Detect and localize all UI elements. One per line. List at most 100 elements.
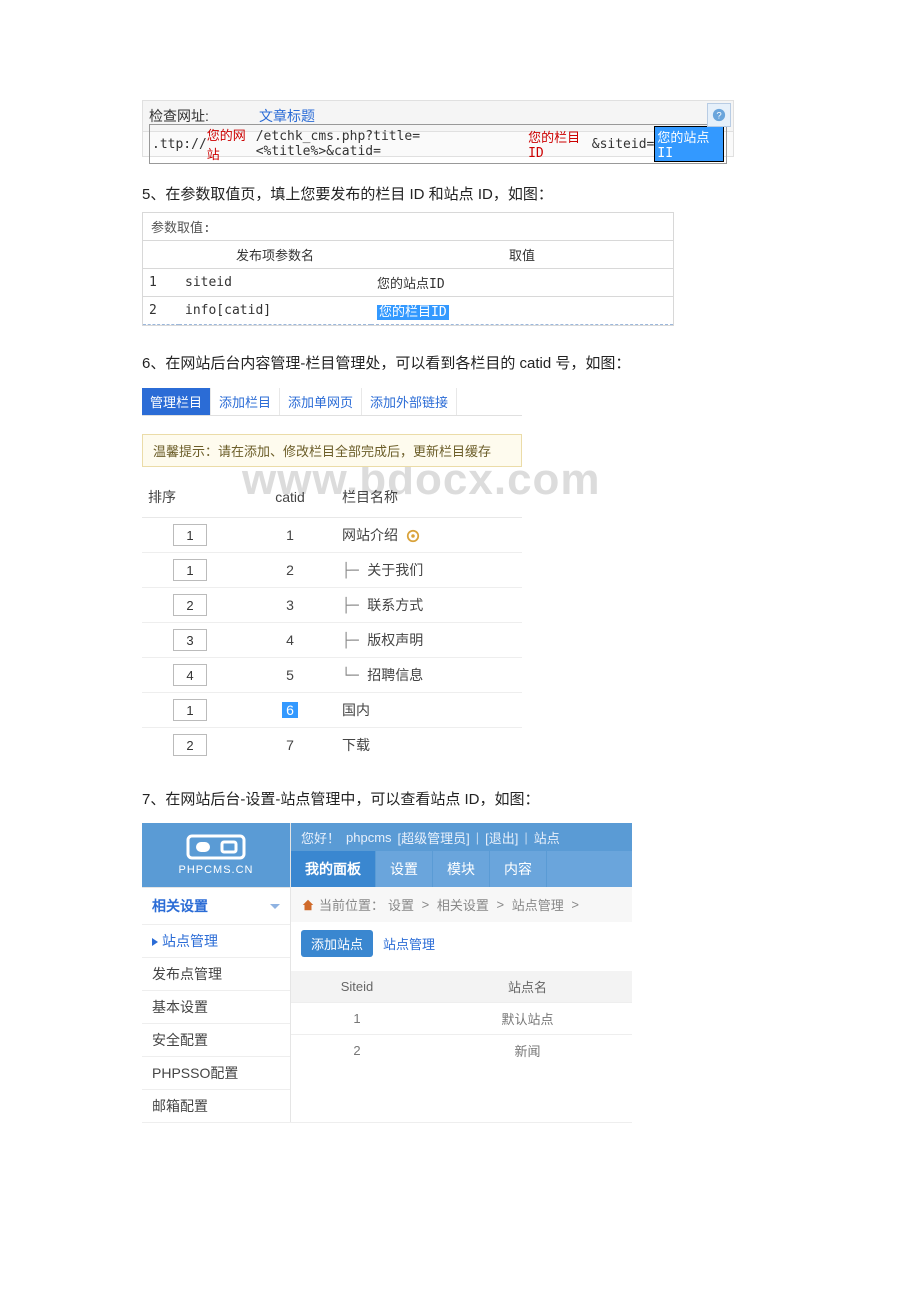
param-name: siteid bbox=[179, 269, 371, 297]
chevron-down-icon bbox=[270, 904, 280, 909]
tab-manage-category[interactable]: 管理栏目 bbox=[142, 388, 211, 415]
check-url-value[interactable]: .ttp:// 您的网站 /etchk_cms.php?title=<%titl… bbox=[149, 124, 727, 164]
add-site-button[interactable]: 添加站点 bbox=[301, 930, 373, 957]
userbar-greeting: 您好！ bbox=[301, 828, 340, 847]
sidebar-item-security[interactable]: 安全配置 bbox=[142, 1023, 290, 1056]
site-name[interactable]: 默认站点 bbox=[423, 1003, 632, 1035]
catname-cell[interactable]: ├─ 版权声明 bbox=[336, 623, 522, 658]
param-header-row: 发布项参数名 取值 bbox=[143, 241, 673, 269]
url-site-token: 您的网站 bbox=[207, 125, 256, 163]
nav-my-panel[interactable]: 我的面板 bbox=[291, 851, 376, 887]
nav-modules[interactable]: 模块 bbox=[433, 851, 490, 887]
logout-link[interactable]: [退出] bbox=[485, 828, 518, 847]
check-url-label: 检查网址: bbox=[149, 106, 259, 126]
site-switch-link[interactable]: 站点 bbox=[534, 828, 560, 847]
catname-cell[interactable]: 国内 bbox=[336, 693, 522, 728]
catname-cell[interactable]: ├─ 关于我们 bbox=[336, 553, 522, 588]
check-url-panel: 检查网址: 文章标题 ? .ttp:// 您的网站 /etchk_cms.php… bbox=[142, 100, 734, 157]
sort-input[interactable] bbox=[173, 699, 207, 721]
home-icon bbox=[301, 898, 315, 912]
category-header-sort: 排序 bbox=[142, 477, 244, 518]
manage-site-link[interactable]: 站点管理 bbox=[383, 934, 435, 953]
svg-text:?: ? bbox=[716, 111, 721, 122]
userbar-role: [超级管理员] bbox=[398, 828, 470, 847]
sort-input[interactable] bbox=[173, 734, 207, 756]
param-header-idx bbox=[143, 241, 179, 269]
breadcrumb-part[interactable]: 站点管理 bbox=[512, 895, 564, 914]
site-name[interactable]: 新闻 bbox=[423, 1035, 632, 1067]
category-header-catid: catid bbox=[244, 477, 336, 518]
param-value: 您的站点ID bbox=[371, 269, 673, 297]
breadcrumb-part[interactable]: 设置 bbox=[388, 895, 414, 914]
catname-cell[interactable]: ├─ 联系方式 bbox=[336, 588, 522, 623]
category-header-row: 排序 catid 栏目名称 bbox=[142, 477, 522, 518]
tab-add-page[interactable]: 添加单网页 bbox=[280, 388, 362, 415]
step-5-text: 5、在参数取值页，填上您要发布的栏目 ID 和站点 ID，如图： bbox=[142, 183, 920, 204]
url-catid-token: 您的栏目ID bbox=[528, 127, 592, 161]
catid-cell: 4 bbox=[244, 623, 336, 658]
breadcrumb-label: 当前位置： bbox=[319, 895, 384, 914]
category-row: 3 ├─ 联系方式 bbox=[142, 588, 522, 623]
help-icon[interactable]: ? bbox=[707, 103, 731, 127]
site-row: 1 默认站点 bbox=[291, 1003, 632, 1035]
phpcms-logo: PHPCMS.CN bbox=[142, 823, 290, 887]
site-header-id: Siteid bbox=[291, 971, 423, 1003]
article-title-link[interactable]: 文章标题 bbox=[259, 106, 315, 126]
nav-settings[interactable]: 设置 bbox=[376, 851, 433, 887]
tab-add-external-link[interactable]: 添加外部链接 bbox=[362, 388, 457, 415]
breadcrumb: 当前位置： 设置 > 相关设置 > 站点管理 > bbox=[291, 887, 632, 922]
sort-input[interactable] bbox=[173, 524, 207, 546]
param-value-panel: 参数取值: 发布项参数名 取值 1 siteid 您的站点ID 2 info[c… bbox=[142, 212, 674, 326]
catname-cell[interactable]: 下载 bbox=[336, 728, 522, 763]
site-header-row: Siteid 站点名 bbox=[291, 971, 632, 1003]
sidebar-item-publish-point[interactable]: 发布点管理 bbox=[142, 957, 290, 990]
catname-cell[interactable]: 网站介绍 bbox=[336, 518, 522, 553]
sidebar-item-phpsso[interactable]: PHPSSO配置 bbox=[142, 1056, 290, 1089]
category-row: 7 下载 bbox=[142, 728, 522, 763]
param-title: 参数取值: bbox=[143, 213, 673, 240]
userbar-user: phpcms bbox=[346, 830, 392, 845]
gear-icon bbox=[406, 529, 420, 543]
sort-input[interactable] bbox=[173, 594, 207, 616]
category-header-name: 栏目名称 bbox=[336, 477, 522, 518]
param-idx: 2 bbox=[143, 297, 179, 325]
url-part: &siteid= bbox=[592, 137, 655, 152]
sidebar-item-site-manage[interactable]: 站点管理 bbox=[142, 924, 290, 957]
sort-input[interactable] bbox=[173, 629, 207, 651]
site-id: 2 bbox=[291, 1035, 423, 1067]
url-siteid-token: 您的站点II bbox=[654, 126, 724, 162]
step-6-text: 6、在网站后台内容管理-栏目管理处，可以看到各栏目的 catid 号，如图： bbox=[142, 352, 920, 373]
catid-cell: 7 bbox=[244, 728, 336, 763]
userbar: 您好！ phpcms [超级管理员] | [退出] | 站点 bbox=[291, 823, 632, 851]
site-id: 1 bbox=[291, 1003, 423, 1035]
param-name: info[catid] bbox=[179, 297, 371, 325]
param-row: 1 siteid 您的站点ID bbox=[143, 269, 673, 297]
sidebar-item-basic[interactable]: 基本设置 bbox=[142, 990, 290, 1023]
tab-add-category[interactable]: 添加栏目 bbox=[211, 388, 280, 415]
site-header-name: 站点名 bbox=[423, 971, 632, 1003]
check-url-input-row: .ttp:// 您的网站 /etchk_cms.php?title=<%titl… bbox=[143, 132, 733, 156]
category-row: 1 网站介绍 bbox=[142, 518, 522, 553]
category-tabs: 管理栏目 添加栏目 添加单网页 添加外部链接 bbox=[142, 387, 522, 416]
logo-text: PHPCMS.CN bbox=[178, 864, 253, 876]
arrow-right-icon bbox=[152, 938, 158, 946]
url-part: /etchk_cms.php?title=<%title%>&catid= bbox=[256, 129, 528, 159]
sidebar-item-mail[interactable]: 邮箱配置 bbox=[142, 1089, 290, 1122]
breadcrumb-part[interactable]: 相关设置 bbox=[437, 895, 489, 914]
param-header-value: 取值 bbox=[371, 241, 673, 269]
param-idx: 1 bbox=[143, 269, 179, 297]
category-row: 4 ├─ 版权声明 bbox=[142, 623, 522, 658]
nav-content[interactable]: 内容 bbox=[490, 851, 547, 887]
catid-cell: 6 bbox=[244, 693, 336, 728]
site-row: 2 新闻 bbox=[291, 1035, 632, 1067]
category-table: 排序 catid 栏目名称 1 网站介绍 2 ├─ 关于我们 3 ├─ 联系方式 bbox=[142, 477, 522, 762]
sort-input[interactable] bbox=[173, 559, 207, 581]
category-row: 6 国内 bbox=[142, 693, 522, 728]
sort-input[interactable] bbox=[173, 664, 207, 686]
url-part: .ttp:// bbox=[152, 137, 207, 152]
catname-cell[interactable]: └─ 招聘信息 bbox=[336, 658, 522, 693]
param-table: 发布项参数名 取值 1 siteid 您的站点ID 2 info[catid] … bbox=[143, 240, 673, 325]
param-value: 您的栏目ID bbox=[371, 297, 673, 325]
phpcms-panel: PHPCMS.CN 相关设置 站点管理 发布点管理 基本设置 安全配置 PHPS… bbox=[142, 823, 632, 1123]
sidebar-group-header[interactable]: 相关设置 bbox=[142, 888, 290, 924]
